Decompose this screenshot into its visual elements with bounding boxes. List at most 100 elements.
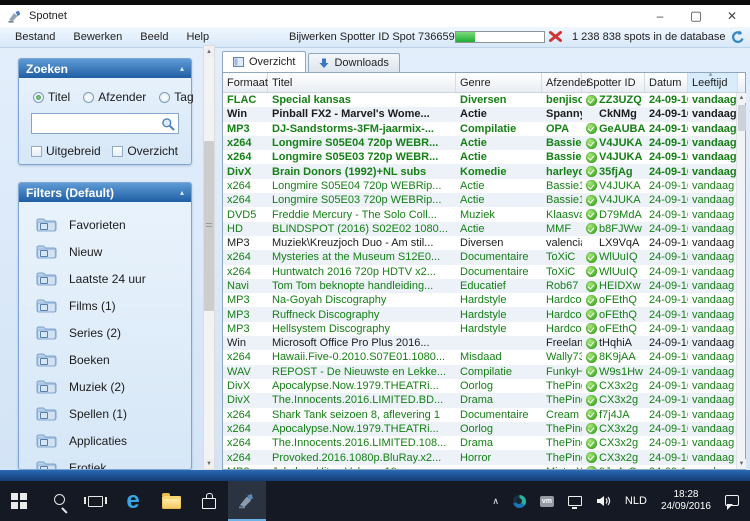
collapse-icon[interactable]: ▴ <box>180 64 184 73</box>
checkbox-uitgebreid[interactable]: Uitgebreid <box>31 144 101 158</box>
scrollbar-thumb[interactable] <box>204 141 214 311</box>
vmware-tray-icon[interactable]: vm <box>533 496 561 507</box>
filter-item-spellen-1[interactable]: Spellen (1) <box>19 400 191 427</box>
table-row[interactable]: WAVREPOST - De Nieuwste en Lekke...Compi… <box>223 365 736 379</box>
folder-favorites-icon <box>36 217 57 233</box>
checkbox-overzicht[interactable]: Overzicht <box>112 144 178 158</box>
table-row[interactable]: MP3DJ-Sandstorms-3FM-jaarmix-...Compilat… <box>223 122 736 136</box>
cell-age: vandaag <box>688 465 736 469</box>
cell-genre-text: Horror <box>460 452 491 464</box>
filters-panel-header[interactable]: Filters (Default) ▴ <box>19 183 191 202</box>
column-header-formaat[interactable]: Formaat <box>223 73 268 92</box>
cell-date: 24-09-16 <box>645 450 688 464</box>
clock[interactable]: 18:28 24/09/2016 <box>654 489 718 513</box>
collapse-icon[interactable]: ▴ <box>180 188 184 197</box>
search-panel-header[interactable]: Zoeken ▴ <box>19 59 191 78</box>
filter-item-boeken[interactable]: Boeken <box>19 346 191 373</box>
menu-item-bewerken[interactable]: Bewerken <box>64 27 131 47</box>
column-header-leeftijd[interactable]: Leeftijd <box>688 73 738 92</box>
table-row[interactable]: DivXThe.Innocents.2016.LIMITED.BD...Dram… <box>223 393 736 407</box>
filter-item-nieuw[interactable]: Nieuw <box>19 238 191 265</box>
table-row[interactable]: x264Apocalypse.Now.1979.THEATRi...Oorlog… <box>223 422 736 436</box>
search-icon[interactable] <box>161 117 175 131</box>
table-row[interactable]: WinMicrosoft Office Pro Plus 2016...Free… <box>223 336 736 350</box>
table-scrollbar[interactable]: ▲ ▼ <box>736 93 745 469</box>
scroll-down-icon[interactable]: ▼ <box>204 458 214 469</box>
scroll-up-icon[interactable]: ▲ <box>204 46 214 57</box>
cell-age: vandaag <box>688 222 736 236</box>
store-button[interactable] <box>190 481 228 521</box>
table-row[interactable]: NaviTom Tom beknopte handleiding...Educa… <box>223 279 736 293</box>
table-row[interactable]: x264Huntwatch 2016 720p HDTV x2...Docume… <box>223 265 736 279</box>
table-row[interactable]: x264Longmire S05E03 720p WEBR...ActieBas… <box>223 150 736 164</box>
table-row[interactable]: DivXApocalypse.Now.1979.THEATRi...Oorlog… <box>223 379 736 393</box>
tab-downloads[interactable]: Downloads <box>308 53 399 72</box>
filter-label: Favorieten <box>69 218 126 232</box>
language-indicator[interactable]: NLD <box>618 495 654 507</box>
table-row[interactable]: MP3Na-Goyah DiscographyHardstyleHardcoro… <box>223 293 736 307</box>
task-view-button[interactable] <box>76 481 114 521</box>
radio-titel[interactable]: Titel <box>33 90 70 104</box>
spotnet-taskbar-button[interactable] <box>228 481 266 521</box>
maximize-button[interactable]: ▢ <box>678 5 714 27</box>
cancel-update-icon[interactable] <box>548 30 563 46</box>
cell-sender: ToXiC <box>542 265 582 279</box>
filter-item-laatste-24-uur[interactable]: Laatste 24 uur <box>19 265 191 292</box>
table-row[interactable]: HDBLINDSPOT (2016) S02E02 1080...ActieMM… <box>223 222 736 236</box>
edge-button[interactable] <box>114 481 152 521</box>
table-row[interactable]: MP3Muziek\Kreuzjoch Duo - Am stil...Dive… <box>223 236 736 250</box>
table-row[interactable]: x264Longmire S05E04 720p WEBR...ActieBas… <box>223 136 736 150</box>
table-row[interactable]: WinPinball FX2 - Marvel's Wome...ActieSp… <box>223 107 736 121</box>
column-header-datum[interactable]: Datum <box>645 73 688 92</box>
verified-check-icon <box>586 452 597 463</box>
table-row[interactable]: MP3Hellsystem DiscographyHardstyleHardco… <box>223 322 736 336</box>
tray-expand-icon[interactable]: ∧ <box>485 496 506 507</box>
table-row[interactable]: x264Longmire S05E04 720p WEBRip...ActieB… <box>223 179 736 193</box>
start-button[interactable] <box>0 481 38 521</box>
filter-item-applicaties[interactable]: Applicaties <box>19 427 191 454</box>
scrollbar-thumb[interactable] <box>738 105 746 131</box>
table-row[interactable]: x264Hawaii.Five-0.2010.S07E01.1080...Mis… <box>223 350 736 364</box>
table-row[interactable]: x264Shark Tank seizoen 8, aflevering 1Do… <box>223 408 736 422</box>
radio-tag[interactable]: Tag <box>159 90 193 104</box>
action-center-button[interactable] <box>718 497 746 506</box>
table-row[interactable]: x264Mysteries at the Museum S12E0...Docu… <box>223 250 736 264</box>
filter-item-favorieten[interactable]: Favorieten <box>19 211 191 238</box>
tab-overzicht[interactable]: Overzicht <box>222 51 306 72</box>
table-row[interactable]: x264The.Innocents.2016.LIMITED.108...Dra… <box>223 436 736 450</box>
table-row[interactable]: x264Provoked.2016.1080p.BluRay.x2...Horr… <box>223 450 736 464</box>
column-header-titel[interactable]: Titel <box>268 73 456 92</box>
folder-overlay <box>40 277 48 284</box>
column-label: Titel <box>272 77 292 89</box>
volume-icon[interactable] <box>589 495 618 507</box>
refresh-icon[interactable] <box>731 30 745 47</box>
cell-title: Freddie Mercury - The Solo Coll... <box>268 207 456 221</box>
filter-item-films-1[interactable]: Films (1) <box>19 292 191 319</box>
menu-item-bestand[interactable]: Bestand <box>6 27 64 47</box>
table-row[interactable]: MP3Jukebox Hits - Volume 10...MisterX9Ja… <box>223 465 736 469</box>
table-row[interactable]: DivXBrain Donors (1992)+NL subsKomedieha… <box>223 164 736 178</box>
scroll-down-icon[interactable]: ▼ <box>737 459 746 469</box>
radio-afzender[interactable]: Afzender <box>83 90 146 104</box>
column-header-afzender[interactable]: Afzender <box>542 73 582 92</box>
filter-item-series-2[interactable]: Series (2) <box>19 319 191 346</box>
sidebar-scrollbar[interactable]: ▲ ▼ <box>203 45 215 470</box>
file-explorer-button[interactable] <box>152 481 190 521</box>
table-row[interactable]: FLACSpecial kansasDiversenbenjisolZZ3UZQ… <box>223 93 736 107</box>
table-row[interactable]: x264Longmire S05E03 720p WEBRip...ActieB… <box>223 193 736 207</box>
scroll-up-icon[interactable]: ▲ <box>737 93 746 103</box>
filter-item-erotiek[interactable]: Erotiek <box>19 454 191 470</box>
tray-app-icon[interactable] <box>506 495 533 508</box>
menu-item-beeld[interactable]: Beeld <box>131 27 177 47</box>
close-button[interactable]: ✕ <box>714 5 750 27</box>
minimize-button[interactable]: – <box>642 5 678 27</box>
column-header-genre[interactable]: Genre <box>456 73 542 92</box>
taskbar-search-button[interactable] <box>38 481 76 521</box>
search-input[interactable] <box>36 117 161 131</box>
table-row[interactable]: MP3Ruffneck DiscographyHardstyleHardcoro… <box>223 307 736 321</box>
network-icon[interactable] <box>561 496 589 506</box>
filter-item-muziek-2[interactable]: Muziek (2) <box>19 373 191 400</box>
table-row[interactable]: DVD5Freddie Mercury - The Solo Coll...Mu… <box>223 207 736 221</box>
column-header-spotter-id[interactable]: Spotter ID <box>582 73 645 92</box>
menu-item-help[interactable]: Help <box>177 27 218 47</box>
